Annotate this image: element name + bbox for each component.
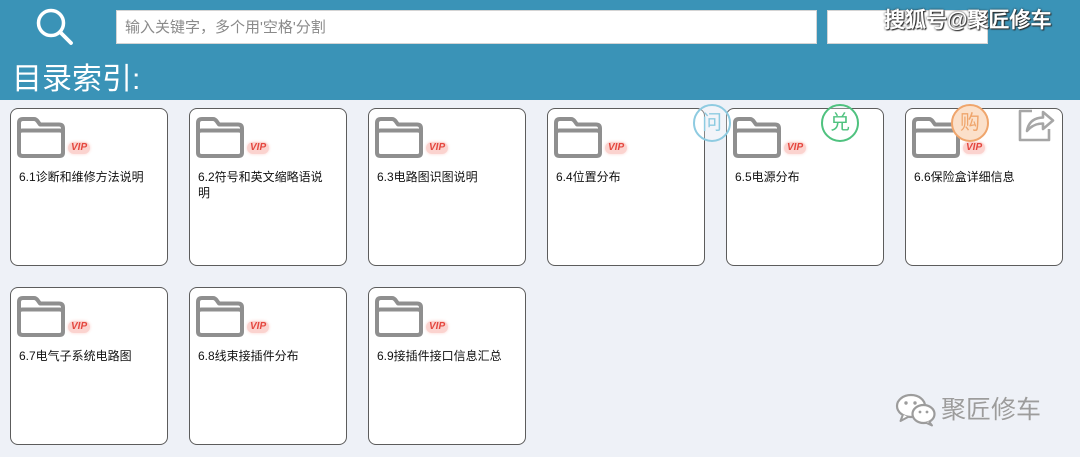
- vip-badge: VIP: [426, 321, 449, 333]
- folder-icon: [194, 293, 246, 339]
- watermark-text: 聚匠修车: [941, 396, 1042, 424]
- folder-label: 6.3电路图识图说明: [377, 170, 478, 184]
- search-icon[interactable]: [34, 6, 74, 46]
- wechat-watermark: 聚匠修车: [895, 392, 1041, 428]
- folder-card[interactable]: VIP 6.2符号和英文缩略语说明: [189, 108, 347, 266]
- folder-label: 6.1诊断和维修方法说明: [19, 170, 144, 184]
- folder-label: 6.2符号和英文缩略语说明: [198, 170, 323, 200]
- vip-badge: VIP: [784, 142, 807, 154]
- vip-badge: VIP: [605, 142, 628, 154]
- folder-label: 6.5电源分布: [735, 170, 800, 184]
- redeem-icon[interactable]: 兑: [821, 104, 859, 142]
- vip-badge: VIP: [68, 142, 91, 154]
- page-title: 目录索引:: [12, 63, 141, 96]
- folder-icon: [373, 114, 425, 160]
- top-bar: 搜狐号@聚匠修车 目录索引:: [0, 0, 1080, 100]
- vip-badge: VIP: [426, 142, 449, 154]
- folder-icon: [15, 293, 67, 339]
- vip-badge: VIP: [247, 142, 270, 154]
- folder-card[interactable]: VIP 6.5电源分布: [726, 108, 884, 266]
- folder-label: 6.9接插件接口信息汇总: [377, 349, 502, 363]
- vip-badge: VIP: [963, 142, 986, 154]
- folder-label: 6.6保险盒详细信息: [914, 170, 1015, 184]
- buy-icon[interactable]: 购: [951, 104, 989, 142]
- folder-card[interactable]: VIP 6.4位置分布: [547, 108, 705, 266]
- folder-icon: [194, 114, 246, 160]
- ask-icon[interactable]: 问: [693, 104, 731, 142]
- sohu-watermark: 搜狐号@聚匠修车: [884, 9, 1052, 32]
- folder-card[interactable]: VIP 6.3电路图识图说明: [368, 108, 526, 266]
- folder-label: 6.7电气子系统电路图: [19, 349, 132, 363]
- folder-card[interactable]: VIP 6.8线束接插件分布: [189, 287, 347, 445]
- folder-label: 6.4位置分布: [556, 170, 621, 184]
- share-icon[interactable]: [1015, 103, 1055, 143]
- folder-icon: [552, 114, 604, 160]
- vip-badge: VIP: [247, 321, 270, 333]
- wechat-icon: [895, 393, 937, 427]
- folder-icon: [373, 293, 425, 339]
- folder-card[interactable]: VIP 6.1诊断和维修方法说明: [10, 108, 168, 266]
- folder-icon: [15, 114, 67, 160]
- folder-label: 6.8线束接插件分布: [198, 349, 299, 363]
- vip-badge: VIP: [68, 321, 91, 333]
- search-input[interactable]: [116, 10, 817, 44]
- folder-card[interactable]: VIP 6.7电气子系统电路图: [10, 287, 168, 445]
- folder-card[interactable]: VIP 6.9接插件接口信息汇总: [368, 287, 526, 445]
- folder-icon: [731, 114, 783, 160]
